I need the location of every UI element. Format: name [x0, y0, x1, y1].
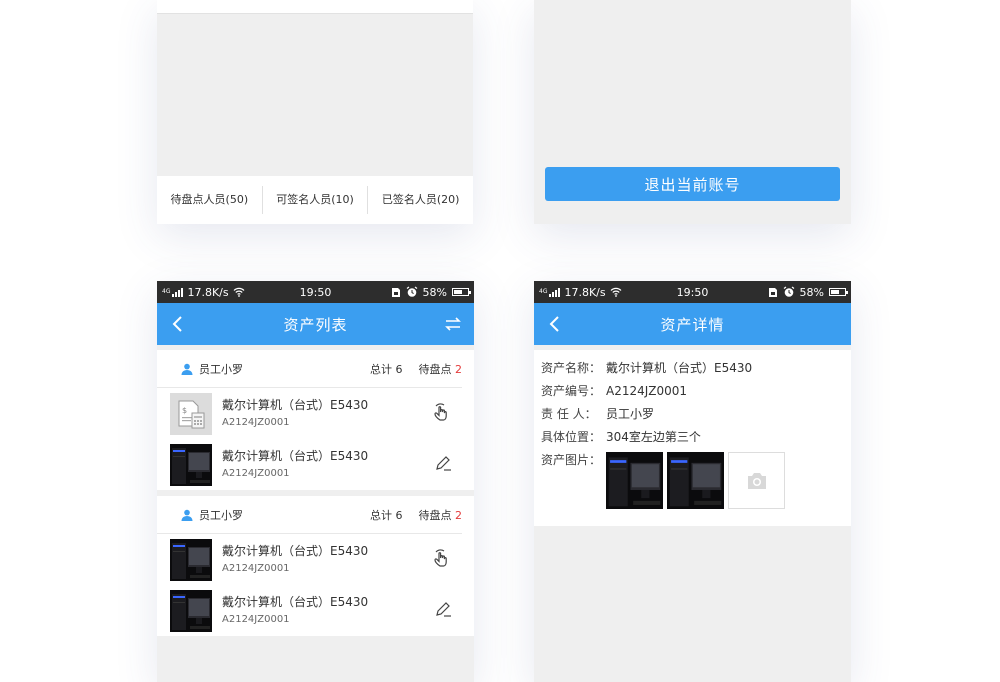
user-icon	[181, 509, 193, 521]
detail-row-owner: 责 任 人： 员工小罗	[541, 403, 844, 426]
page-title: 资产详情	[660, 315, 725, 334]
tab-signable-people[interactable]: 可签名人员(10)	[263, 186, 369, 214]
asset-code: A2124JZ0001	[222, 613, 290, 625]
field-label: 责 任 人：	[541, 407, 597, 421]
asset-list-item[interactable]: 戴尔计算机（台式）E5430 A2124JZ0001	[157, 585, 474, 636]
field-value: 戴尔计算机（台式）E5430	[606, 361, 753, 375]
employee-name: 员工小罗	[199, 508, 243, 522]
tab-pending-people[interactable]: 待盘点人员(50)	[157, 186, 263, 214]
asset-list-screen: 4G 17.8K/s 19:50 58% 资产列表 员工小罗 总计 6 待盘点 …	[157, 281, 474, 682]
asset-group: 员工小罗 总计 6 待盘点 2 $ 戴尔计算机（台式）E5430 A2124JZ…	[157, 350, 474, 490]
network-type: 4G	[539, 288, 548, 295]
hand-touch-icon[interactable]	[432, 548, 454, 570]
network-type: 4G	[162, 288, 171, 295]
network-speed: 17.8K/s	[564, 285, 606, 299]
wifi-icon	[233, 287, 245, 297]
asset-detail-screen: 4G 17.8K/s 19:50 58% 资产详情 资产名称： 戴尔计算机（台式…	[534, 281, 851, 682]
asset-name: 戴尔计算机（台式）E5430	[222, 397, 369, 412]
detail-row-name: 资产名称： 戴尔计算机（台式）E5430	[541, 357, 844, 380]
computer-photo	[170, 443, 212, 486]
computer-photo	[170, 589, 212, 632]
computer-photo	[170, 538, 212, 581]
tab-signed-people[interactable]: 已签名人员(20)	[368, 186, 473, 214]
wifi-icon	[610, 287, 622, 297]
battery-level	[454, 290, 462, 294]
content-strip	[157, 0, 473, 14]
battery-icon	[452, 288, 471, 296]
asset-name: 戴尔计算机（台式）E5430	[222, 543, 369, 558]
pending-count: 2	[455, 508, 462, 522]
group-stats: 总计 6 待盘点 2	[370, 507, 462, 523]
field-label: 资产名称：	[541, 361, 602, 375]
group-header: 员工小罗 总计 6 待盘点 2	[157, 350, 462, 388]
svg-text:$: $	[182, 406, 187, 415]
battery-percentage: 58%	[799, 285, 824, 299]
hand-touch-icon[interactable]	[432, 402, 454, 424]
asset-code: A2124JZ0001	[222, 562, 290, 574]
detail-row-code: 资产编号： A2124JZ0001	[541, 380, 844, 403]
edit-pen-icon[interactable]	[432, 599, 454, 621]
page-title: 资产列表	[283, 315, 348, 334]
alarm-clock-icon	[406, 286, 417, 297]
total-count: 6	[395, 362, 403, 376]
asset-detail-card: 资产名称： 戴尔计算机（台式）E5430 资产编号： A2124JZ0001 责…	[534, 350, 851, 526]
swap-arrows-icon[interactable]	[444, 315, 462, 333]
detail-row-location: 具体位置： 304室左边第三个	[541, 426, 844, 449]
group-stats: 总计 6 待盘点 2	[370, 361, 462, 377]
total-label: 总计	[370, 508, 392, 522]
alarm-clock-icon	[783, 286, 794, 297]
asset-photo[interactable]	[606, 452, 663, 509]
field-label: 具体位置：	[541, 430, 602, 444]
back-arrow-icon[interactable]	[546, 315, 564, 333]
asset-list-item[interactable]: 戴尔计算机（台式）E5430 A2124JZ0001	[157, 534, 474, 585]
asset-name: 戴尔计算机（台式）E5430	[222, 594, 369, 609]
field-value: 员工小罗	[606, 407, 655, 421]
document-thumbnail: $	[170, 392, 212, 435]
asset-photos	[606, 452, 785, 509]
pending-label: 待盘点	[418, 362, 452, 376]
signal-icon	[549, 287, 561, 297]
field-value: A2124JZ0001	[606, 384, 688, 398]
tally-people-screen-fragment: 待盘点人员(50) 可签名人员(10) 已签名人员(20)	[157, 0, 473, 224]
total-count: 6	[395, 508, 403, 522]
people-tabs: 待盘点人员(50) 可签名人员(10) 已签名人员(20)	[157, 176, 473, 224]
total-label: 总计	[370, 362, 392, 376]
status-bar: 4G 17.8K/s 19:50 58%	[534, 281, 851, 303]
asset-list-item[interactable]: $ 戴尔计算机（台式）E5430 A2124JZ0001	[157, 388, 474, 439]
asset-group: 员工小罗 总计 6 待盘点 2 戴尔计算机（台式）E5430 A2124JZ00…	[157, 496, 474, 636]
battery-level	[831, 290, 839, 294]
camera-icon	[747, 472, 766, 489]
sim-card-icon	[768, 287, 777, 297]
group-header: 员工小罗 总计 6 待盘点 2	[157, 496, 462, 534]
asset-list-item[interactable]: 戴尔计算机（台式）E5430 A2124JZ0001	[157, 439, 474, 490]
field-label: 资产编号：	[541, 384, 602, 398]
signal-icon	[172, 287, 184, 297]
nav-bar: 资产详情	[534, 303, 851, 345]
field-label: 资产图片：	[541, 453, 602, 467]
status-bar: 4G 17.8K/s 19:50 58%	[157, 281, 474, 303]
pending-count: 2	[455, 362, 462, 376]
employee-name: 员工小罗	[199, 362, 243, 376]
nav-bar: 资产列表	[157, 303, 474, 345]
edit-pen-icon[interactable]	[432, 453, 454, 475]
detail-row-photos: 资产图片：	[541, 449, 844, 509]
asset-name: 戴尔计算机（台式）E5430	[222, 448, 369, 463]
settings-screen-fragment: 退出当前账号	[534, 0, 851, 224]
sim-card-icon	[391, 287, 400, 297]
logout-button[interactable]: 退出当前账号	[545, 167, 840, 201]
asset-code: A2124JZ0001	[222, 467, 290, 479]
pending-label: 待盘点	[418, 508, 452, 522]
battery-percentage: 58%	[422, 285, 447, 299]
back-arrow-icon[interactable]	[169, 315, 187, 333]
field-value: 304室左边第三个	[606, 430, 701, 444]
asset-code: A2124JZ0001	[222, 416, 290, 428]
add-photo-button[interactable]	[728, 452, 785, 509]
asset-photo[interactable]	[667, 452, 724, 509]
network-speed: 17.8K/s	[187, 285, 229, 299]
battery-icon	[829, 288, 848, 296]
user-icon	[181, 363, 193, 375]
